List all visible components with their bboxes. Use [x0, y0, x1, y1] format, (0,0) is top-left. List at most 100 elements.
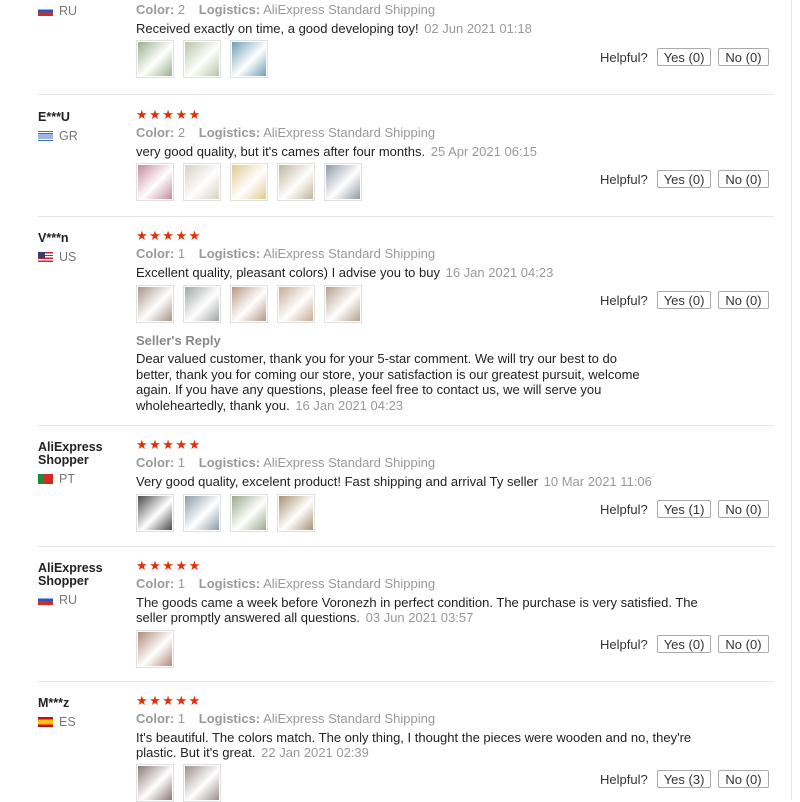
helpful-votes: Helpful? Yes (0) No (0) — [600, 170, 776, 188]
helpful-no-button[interactable]: No (0) — [718, 291, 769, 309]
logistics-label: Logistics: — [198, 246, 261, 261]
country-flag-icon — [38, 131, 53, 141]
reviewer-name: V***n — [38, 231, 69, 245]
review-image-thumbnail[interactable] — [324, 285, 362, 323]
review-image-thumbnail[interactable] — [136, 764, 174, 802]
review-meta: Color: 1 Logistics: AliExpress Standard … — [136, 712, 736, 726]
review-meta: Color: 1 Logistics: AliExpress Standard … — [136, 247, 736, 261]
helpful-yes-button[interactable]: Yes (0) — [656, 48, 712, 66]
logistics-value: AliExpress Standard Shipping — [263, 711, 436, 726]
review-divider — [38, 546, 774, 547]
helpful-yes-button[interactable]: Yes (1) — [656, 500, 712, 518]
review-images — [136, 163, 371, 201]
review-content: ★★★★★ Color: 1 Logistics: AliExpress Sta… — [136, 694, 736, 760]
color-label: Color: — [136, 246, 175, 261]
helpful-votes: Helpful? Yes (0) No (0) — [600, 48, 776, 66]
helpful-label: Helpful? — [600, 171, 648, 187]
review-image-thumbnail[interactable] — [183, 764, 221, 802]
country-code: GR — [59, 129, 78, 143]
seller-reply-title: Seller's Reply — [136, 333, 221, 348]
review-images — [136, 494, 324, 532]
review-image-thumbnail[interactable] — [183, 285, 221, 323]
review-meta: Color: 2 Logistics: AliExpress Standard … — [136, 126, 736, 140]
color-value: 2 — [177, 125, 186, 140]
review-image-thumbnail[interactable] — [136, 163, 174, 201]
helpful-no-button[interactable]: No (0) — [718, 170, 769, 188]
color-label: Color: — [136, 2, 175, 17]
country-flag-icon — [38, 474, 53, 484]
helpful-label: Helpful? — [600, 501, 648, 517]
review-image-thumbnail[interactable] — [230, 163, 268, 201]
logistics-label: Logistics: — [198, 2, 261, 17]
country-code: US — [59, 250, 77, 264]
review-image-thumbnail[interactable] — [183, 40, 221, 78]
review-content: ★★★★★ Color: 1 Logistics: AliExpress Sta… — [136, 438, 736, 490]
color-label: Color: — [136, 125, 175, 140]
review-image-thumbnail[interactable] — [183, 494, 221, 532]
review-date: 16 Jan 2021 04:23 — [445, 265, 554, 280]
review-image-thumbnail[interactable] — [230, 494, 268, 532]
helpful-no-button[interactable]: No (0) — [718, 500, 769, 518]
review-image-thumbnail[interactable] — [136, 285, 174, 323]
review-images — [136, 285, 371, 323]
helpful-yes-button[interactable]: Yes (0) — [656, 170, 712, 188]
review-date: 03 Jun 2021 03:57 — [365, 609, 474, 625]
helpful-yes-button[interactable]: Yes (0) — [656, 291, 712, 309]
review-meta: Color: 2 Logistics: AliExpress Standard … — [136, 3, 736, 17]
review-images — [136, 630, 183, 668]
logistics-label: Logistics: — [198, 711, 261, 726]
helpful-label: Helpful? — [600, 771, 648, 787]
review-image-thumbnail[interactable] — [136, 494, 174, 532]
helpful-yes-button[interactable]: Yes (0) — [656, 635, 712, 653]
seller-reply: Seller's Reply Dear valued customer, tha… — [136, 333, 656, 413]
country-flag-icon — [38, 6, 53, 16]
color-label: Color: — [136, 711, 175, 726]
reviewer-info: RU — [38, 0, 133, 18]
review-image-thumbnail[interactable] — [324, 163, 362, 201]
logistics-value: AliExpress Standard Shipping — [263, 246, 436, 261]
helpful-votes: Helpful? Yes (1) No (0) — [600, 500, 776, 518]
helpful-no-button[interactable]: No (0) — [718, 635, 769, 653]
helpful-no-button[interactable]: No (0) — [718, 48, 769, 66]
reviewer-info: AliExpress Shopper PT — [38, 441, 133, 486]
review-image-thumbnail[interactable] — [136, 630, 174, 668]
review-text: Excellent quality, pleasant colors) I ad… — [136, 265, 706, 281]
country-flag-icon — [38, 252, 53, 262]
review-content: Color: 2 Logistics: AliExpress Standard … — [136, 0, 736, 37]
reviewer-info: E***U GR — [38, 111, 133, 143]
review-body: Received exactly on time, a good develop… — [136, 21, 419, 36]
helpful-votes: Helpful? Yes (0) No (0) — [600, 635, 776, 653]
panel-border — [791, 0, 792, 800]
review-image-thumbnail[interactable] — [277, 494, 315, 532]
logistics-label: Logistics: — [198, 576, 261, 591]
star-rating: ★★★★★ — [136, 107, 202, 122]
review-body: Very good quality, excelent product! Fas… — [136, 474, 539, 489]
review-divider — [38, 94, 774, 95]
country-flag-icon — [38, 717, 53, 727]
reviewer-info: V***n US — [38, 232, 133, 264]
color-value: 1 — [177, 576, 186, 591]
review-body: It's beautiful. The colors match. The on… — [136, 730, 692, 760]
review-text: Very good quality, excelent product! Fas… — [136, 474, 706, 490]
helpful-votes: Helpful? Yes (0) No (0) — [600, 291, 776, 309]
review-image-thumbnail[interactable] — [136, 40, 174, 78]
country-code: ES — [59, 715, 76, 729]
review-content: ★★★★★ Color: 2 Logistics: AliExpress Sta… — [136, 108, 736, 160]
reviewer-country: RU — [38, 593, 133, 607]
review-image-thumbnail[interactable] — [183, 163, 221, 201]
review-divider — [38, 425, 774, 426]
reviewer-country: US — [38, 250, 133, 264]
color-value: 1 — [177, 246, 186, 261]
seller-reply-date: 16 Jan 2021 04:23 — [295, 397, 404, 413]
review-date: 10 Mar 2021 11:06 — [543, 474, 652, 489]
review-image-thumbnail[interactable] — [277, 163, 315, 201]
color-label: Color: — [136, 455, 175, 470]
review-image-thumbnail[interactable] — [230, 285, 268, 323]
seller-reply-text: Dear valued customer, thank you for your… — [136, 351, 656, 413]
helpful-no-button[interactable]: No (0) — [718, 770, 769, 788]
review-body: Excellent quality, pleasant colors) I ad… — [136, 265, 440, 280]
star-rating: ★★★★★ — [136, 228, 202, 243]
helpful-yes-button[interactable]: Yes (3) — [656, 770, 712, 788]
review-image-thumbnail[interactable] — [230, 40, 268, 78]
review-image-thumbnail[interactable] — [277, 285, 315, 323]
